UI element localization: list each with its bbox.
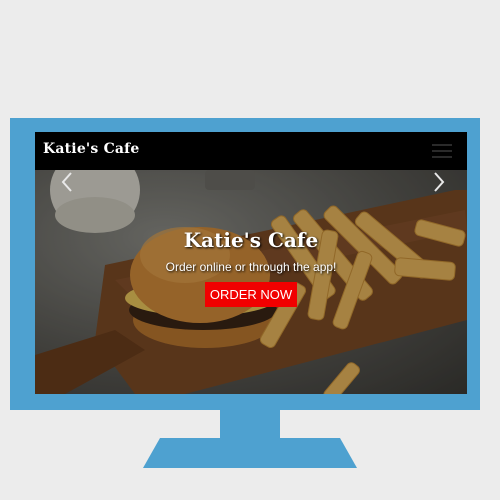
monitor-stand [143, 438, 357, 468]
brand-logo[interactable]: Katie's Cafe [43, 141, 140, 157]
hero-title: Katie's Cafe [183, 228, 319, 252]
chevron-left-icon[interactable] [59, 170, 75, 194]
chevron-right-icon[interactable] [431, 170, 447, 194]
website-screen: Katie's Cafe Katie's Cafe Order online o… [35, 132, 467, 394]
hero-caption: Katie's Cafe Order online or through the… [35, 228, 467, 307]
monitor-neck [220, 410, 280, 438]
navbar: Katie's Cafe [35, 132, 467, 170]
order-now-button[interactable]: ORDER NOW [204, 282, 298, 307]
hero-subtitle: Order online or through the app! [165, 260, 337, 274]
hero-carousel: Katie's Cafe Order online or through the… [35, 170, 467, 394]
hamburger-menu-icon[interactable] [432, 143, 452, 159]
